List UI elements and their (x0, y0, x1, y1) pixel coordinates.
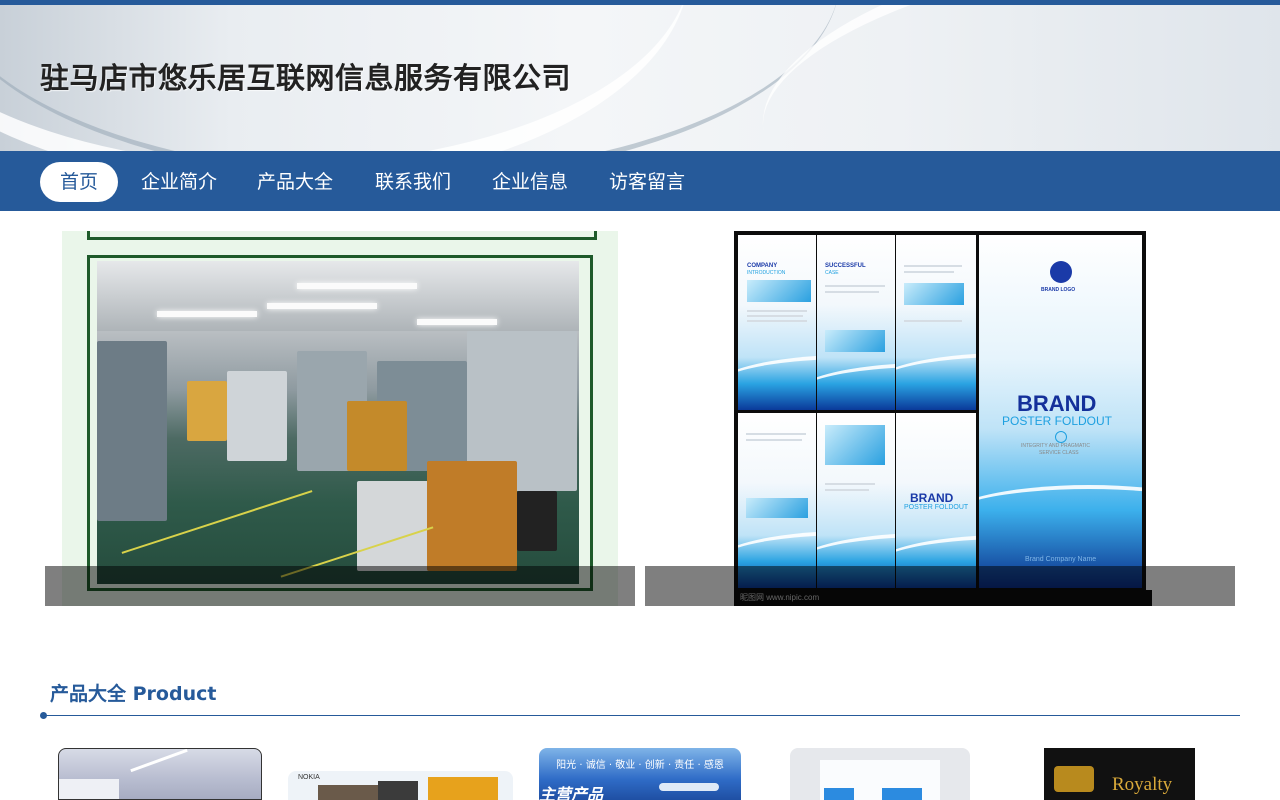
nav-item-home[interactable]: 首页 (40, 162, 119, 202)
product-thumb-4[interactable] (790, 748, 970, 800)
product-thumb-1[interactable] (58, 748, 262, 800)
banner-caption-right (645, 566, 1235, 606)
nav-item-about[interactable]: 企业简介 (121, 162, 237, 202)
brochure-image: COMPANY INTRODUCTION SUCCESSFUL CASE BRA… (734, 231, 1152, 606)
main-nav: 首页 企业简介 产品大全 联系我们 企业信息 访客留言 (0, 151, 1280, 211)
nav-item-products[interactable]: 产品大全 (237, 162, 353, 202)
product-thumb-3[interactable]: 阳光 · 诚信 · 敬业 · 创新 · 责任 · 感恩 主营产品 (539, 748, 741, 800)
factory-image (62, 231, 618, 606)
banner-brochure[interactable]: COMPANY INTRODUCTION SUCCESSFUL CASE BRA… (645, 231, 1235, 606)
nav-item-company-info[interactable]: 企业信息 (472, 162, 588, 202)
section-divider (44, 715, 1240, 716)
products-section-title: 产品大全 Product (50, 683, 217, 705)
banner-factory[interactable] (45, 231, 635, 606)
nav-item-guestbook[interactable]: 访客留言 (589, 162, 705, 202)
banner-caption-left (45, 566, 635, 606)
product-thumb-5[interactable]: Royalty (1044, 748, 1195, 800)
nav-item-contact[interactable]: 联系我们 (355, 162, 471, 202)
site-header: 驻马店市悠乐居互联网信息服务有限公司 (0, 5, 1280, 151)
company-name: 驻马店市悠乐居互联网信息服务有限公司 (40, 61, 572, 95)
product-thumb-2[interactable]: NOKIA (288, 771, 513, 800)
